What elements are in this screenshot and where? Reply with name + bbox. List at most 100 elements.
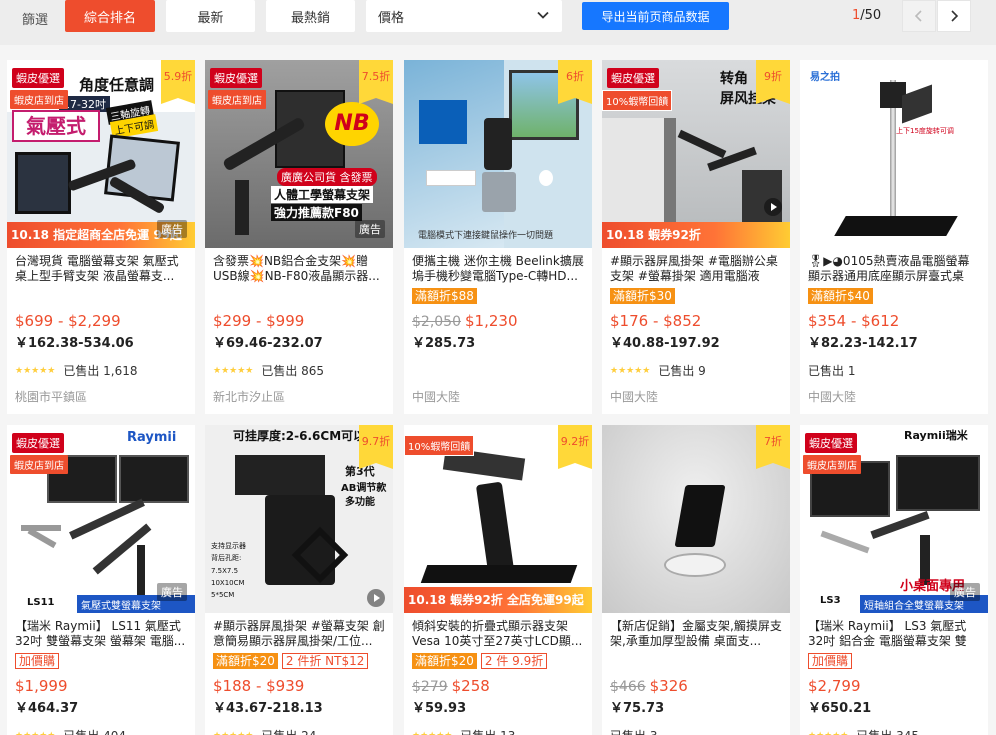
sort-top-sales-button[interactable]: 最熱銷 [266,0,355,32]
discount-badge: 9.7折 [359,425,393,469]
product-price-cny: ￥43.67-218.13 [213,701,323,716]
product-title[interactable]: 含發票💥NB鋁合金支架💥贈USB線💥NB-F80液晶顯示器... [213,254,385,284]
image-caption: LS3 [820,595,841,606]
coin-return-badge: 10%蝦幣回饋 [602,90,673,111]
original-price: $2,050 [412,314,461,330]
product-image[interactable]: 易之拍 上下15度旋转可调 [800,60,988,248]
discount-badge: 6折 [558,60,592,104]
sold-count: 已售出 1 [808,364,856,378]
product-price: $188 - $939 [213,677,305,695]
product-title[interactable]: 【瑞米 Raymii】 LS11 氣壓式 32吋 雙螢幕支架 螢幕架 電腦... [15,619,187,649]
product-price: $466 $326 [610,677,688,695]
product-price: $1,999 [15,677,68,695]
image-caption: 電腦模式下連接鍵鼠操作一切問題 [418,231,554,241]
mall-badge: 蝦皮優選 [210,68,262,88]
product-price: $299 - $999 [213,312,305,330]
chevron-right-icon [951,10,959,22]
product-title[interactable]: #顯示器屏風掛架 #電腦辦公桌支架 #螢幕掛架 適用電腦液晶... [610,254,782,284]
ad-tag: 廣告 [950,583,980,601]
discount-badge: 9.2折 [558,425,592,469]
add-on-tag: 加價購 [808,653,853,669]
rating-stars-icon: ★★★★★ [610,365,651,376]
sold-count: 已售出 865 [261,364,325,378]
product-price-cny: ￥40.88-197.92 [610,336,720,351]
discount-tag: 滿額折$88 [412,288,477,304]
product-card[interactable]: 角度任意調 17-32吋 氣壓式 三軸旋轉 上下可調 10.18 指定超商全店免… [7,60,195,414]
prev-page-button[interactable] [902,0,936,32]
sold-count: 已售出 1,618 [63,364,138,378]
rating-stars-icon: ★★★★★ [213,731,253,735]
sort-relevance-button[interactable]: 綜合排名 [65,0,155,32]
shop-location: 桃園市平鎮區 [15,390,88,404]
original-price: $466 [610,679,646,695]
product-title[interactable]: 【新店促銷】金屬支架,觸摸屏支架,承重加厚型設備 桌面支... [610,619,782,649]
shop-location: 中國大陸 [808,390,857,404]
promo-strip: 10.18 蝦券92折 全店免運99起 [404,587,592,613]
image-caption: 5*5CM [211,591,235,599]
image-caption: 氣壓式 [12,110,100,142]
rating-stars-icon: ★★★★★ [15,365,56,376]
product-card[interactable]: 易之拍 上下15度旋转可调 🎖▶◕0105熱賣液晶電腦螢幕顯示器通用底座顯示屏臺… [800,60,988,414]
product-title[interactable]: 🎖▶◕0105熱賣液晶電腦螢幕顯示器通用底座顯示屏臺式桌面... [808,254,980,284]
shop-location: 新北市汐止區 [213,390,286,404]
price-select-label: 價格 [378,10,405,26]
price-sort-select[interactable]: 價格 [366,0,562,32]
rating-sold-row: ★★★★★ 已售出 404 [15,727,126,735]
image-caption: 多功能 [345,497,375,508]
product-card[interactable]: 可挂厚度:2-6.6CM可以调 第3代 AB调节款 多功能 支持显示器 背后孔距… [205,425,393,735]
product-card[interactable]: Raymii LS11 氣壓式雙螢幕支架 蝦皮優選 蝦皮店到店 廣告 【瑞米 R… [7,425,195,735]
product-title[interactable]: 便攜主機 迷你主機 Beelink擴展塢手機秒變電腦Type-C轉HD... [412,254,584,284]
discount-tag: 滿額折$30 [610,288,675,304]
product-card[interactable]: 7折 【新店促銷】金屬支架,觸摸屏支架,承重加厚型設備 桌面支... $466 $… [602,425,790,735]
export-page-data-button[interactable]: 导出当前页商品数据 [582,2,729,30]
product-title[interactable]: 台灣現貨 電腦螢幕支架 氣壓式 桌上型手臂支架 液晶螢幕支... [15,254,187,284]
rating-stars-icon: ★★★★★ [808,731,848,735]
product-card[interactable]: 10.18 蝦券92折 全店免運99起 10%蝦幣回饋 9.2折 傾斜安裝的折疊… [404,425,592,735]
product-price: $2,799 [808,677,861,695]
product-card[interactable]: NB 廣廣公司貨 含發票 人體工學螢幕支架 強力推薦款F80 蝦皮優選 蝦皮店到… [205,60,393,414]
rating-stars-icon: ★★★★★ [213,365,254,376]
sold-count: 已售出 9 [658,364,706,378]
product-card[interactable]: 转角 屏风挂架 10.18 蝦券92折 蝦皮優選 10%蝦幣回饋 9折 #顯示器… [602,60,790,414]
promo-tags: 加價購 [15,653,60,669]
product-price-cny: ￥59.93 [412,701,467,716]
product-card[interactable]: Raymii瑞米 小桌面專用 LS3 短軸組合全雙螢幕支架 蝦皮優選 蝦皮店到店… [800,425,988,735]
image-caption: 可挂厚度:2-6.6CM可以调 [233,429,378,443]
product-price-cny: ￥82.23-142.17 [808,336,918,351]
sold-count: 已售出 24 [261,727,316,735]
rating-sold-row: 已售出 1 [808,362,855,379]
product-title[interactable]: 傾斜安裝的折疊式顯示器支架 Vesa 10英寸至27英寸LCD顯... [412,619,584,649]
image-caption: 上下15度旋转可调 [896,127,954,135]
promo-strip: 10.18 蝦券92折 [602,222,790,248]
rating-sold-row: ★★★★★ 已售出 13 [412,727,515,735]
next-page-button[interactable] [937,0,971,32]
store-pickup-badge: 蝦皮店到店 [208,90,266,109]
discount-badge: 9折 [756,60,790,104]
add-on-tag: 加價購 [15,653,60,669]
product-title[interactable]: #顯示器屏風掛架 #螢幕支架 創意簡易顯示器屏風掛架/工位... [213,619,385,649]
ad-tag: 廣告 [355,220,385,238]
discount-badge: 5.9折 [161,60,195,104]
rating-sold-row: ★★★★★ 已售出 345 [808,727,919,735]
mall-badge: 蝦皮優選 [12,433,64,453]
brand-logo: Raymii瑞米 [904,429,968,442]
ad-tag: 廣告 [157,583,187,601]
product-card[interactable]: 電腦模式下連接鍵鼠操作一切問題 6折 便攜主機 迷你主機 Beelink擴展塢手… [404,60,592,414]
store-pickup-badge: 蝦皮店到店 [10,90,68,109]
sale-price: $258 [451,677,490,695]
product-title[interactable]: 【瑞米 Raymii】 LS3 氣壓式 32吋 鋁合金 電腦螢幕支架 雙螢... [808,619,980,649]
sort-latest-button[interactable]: 最新 [166,0,255,32]
discount-tag: 滿額折$20 [213,653,278,669]
rating-sold-row: 已售出 3 [610,727,657,735]
discount-badge: 7折 [756,425,790,469]
sale-price: $326 [649,677,688,695]
filter-toolbar: 篩選 綜合排名 最新 最熱銷 價格 导出当前页商品数据 1/50 [0,0,996,45]
video-play-icon[interactable] [367,589,385,607]
sold-count: 已售出 404 [63,727,126,735]
image-caption: 強力推薦款F80 [271,204,362,221]
rating-stars-icon: ★★★★★ [15,731,55,735]
video-play-icon[interactable] [764,198,782,216]
discount-tag: 滿額折$20 [412,653,477,669]
promo-text: 10.18 蝦券92折 全店免運99起 [408,593,584,607]
page-indicator: 1/50 [852,8,881,23]
